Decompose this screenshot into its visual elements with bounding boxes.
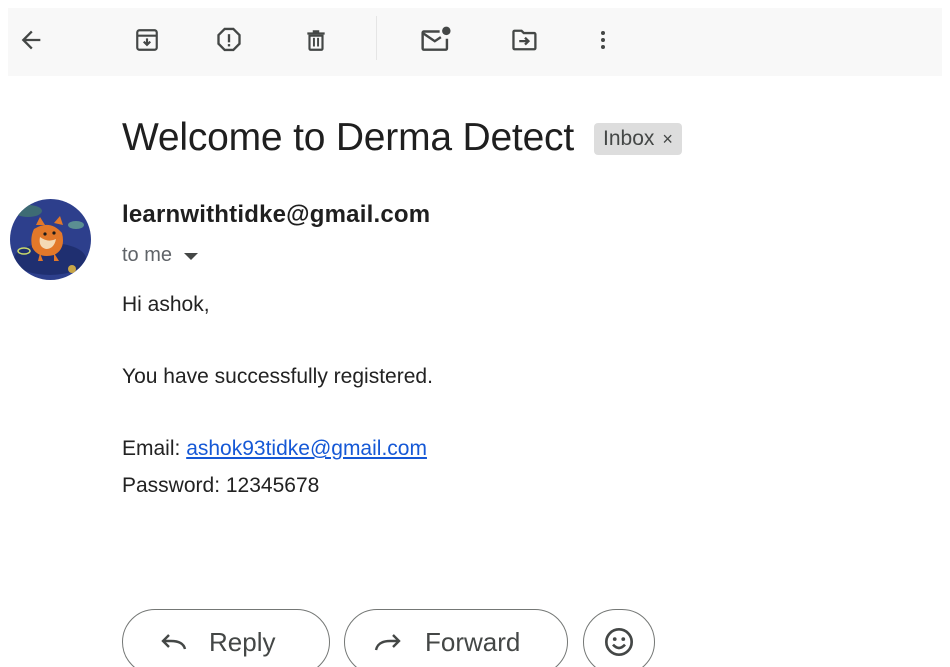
password-value: 12345678: [225, 474, 320, 497]
reply-label: Reply: [209, 626, 276, 657]
move-to-button[interactable]: [505, 20, 545, 60]
remove-label-icon[interactable]: ×: [662, 130, 673, 148]
toolbar-divider: [376, 16, 377, 60]
email-credential-line: Email: ashok93tidke@gmail.com: [122, 437, 427, 461]
email-address-link[interactable]: ashok93tidke@gmail.com: [186, 437, 427, 460]
more-options-button[interactable]: [583, 20, 623, 60]
email-field-label: Email:: [122, 437, 187, 460]
move-to-icon: [512, 29, 537, 51]
forward-icon: [373, 630, 403, 654]
mark-unread-button[interactable]: [416, 20, 456, 60]
email-subject: Welcome to Derma Detect: [122, 116, 574, 159]
email-view: Welcome to Derma Detect Inbox × learnwit…: [0, 0, 950, 667]
more-vert-icon: [601, 31, 605, 49]
back-button[interactable]: [11, 20, 51, 60]
subject-row: Welcome to Derma Detect Inbox ×: [122, 110, 682, 166]
delete-button[interactable]: [296, 20, 336, 60]
password-field-label: Password:: [122, 474, 226, 497]
archive-icon: [136, 29, 158, 51]
report-spam-button[interactable]: [209, 20, 249, 60]
delete-icon: [307, 30, 325, 51]
recipient-details-toggle[interactable]: to me: [122, 244, 199, 267]
email-toolbar: [8, 8, 942, 76]
email-message: You have successfully registered.: [122, 365, 433, 388]
forward-label: Forward: [425, 626, 521, 657]
emoji-smile-icon: [605, 628, 633, 656]
sender-email[interactable]: learnwithtidke@gmail.com: [122, 201, 430, 229]
password-credential-line: Password: 12345678: [122, 474, 319, 498]
avatar-image: [10, 199, 91, 280]
sender-avatar[interactable]: [10, 199, 91, 280]
mark-unread-icon: [421, 26, 451, 51]
emoji-reaction-button[interactable]: [583, 609, 655, 667]
forward-button[interactable]: Forward: [344, 609, 568, 667]
back-arrow-icon: [21, 30, 41, 50]
recipient-text: to me: [122, 244, 173, 266]
email-greeting: Hi ashok,: [122, 293, 210, 316]
report-spam-icon: [217, 27, 241, 52]
label-chip-text: Inbox: [603, 127, 655, 150]
reply-button[interactable]: Reply: [122, 609, 330, 667]
chevron-down-icon[interactable]: [184, 253, 199, 260]
archive-button[interactable]: [127, 20, 167, 60]
inbox-label-chip[interactable]: Inbox ×: [594, 123, 682, 155]
reply-icon: [159, 630, 187, 654]
